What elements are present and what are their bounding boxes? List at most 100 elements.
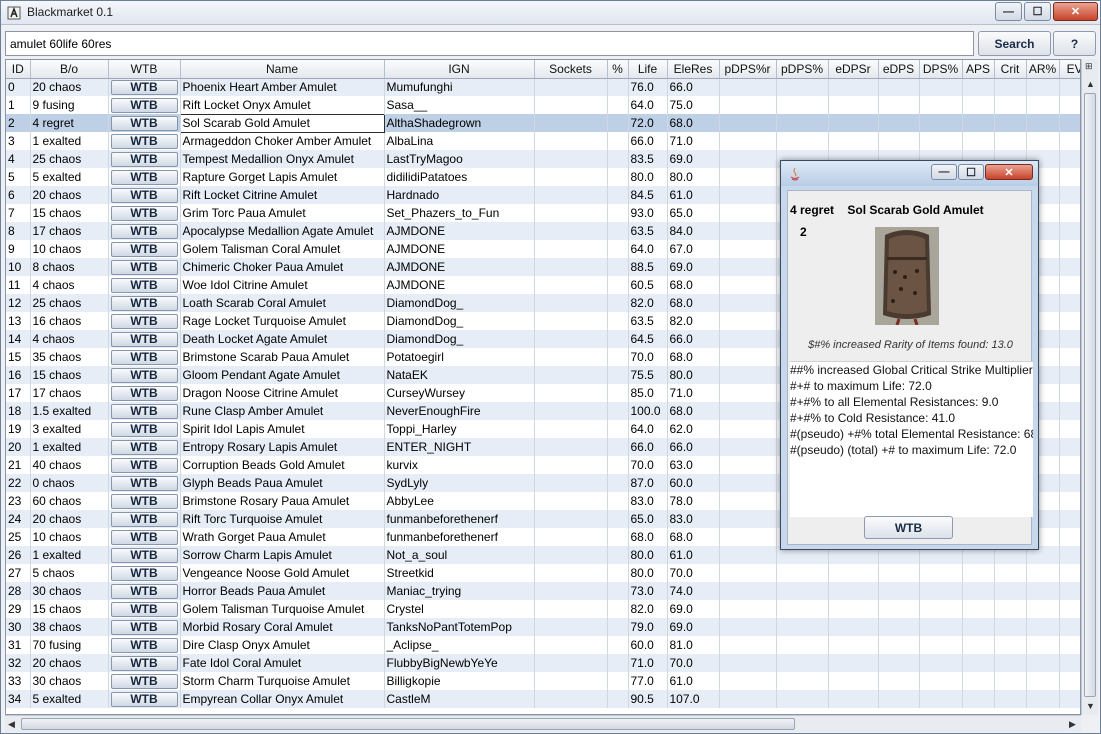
column-header[interactable]: Crit	[994, 60, 1027, 79]
wtb-button[interactable]: WTB	[110, 475, 178, 491]
help-button[interactable]: ?	[1053, 31, 1096, 56]
wtb-button[interactable]: WTB	[110, 115, 178, 131]
table-row[interactable]: 33 30 chaos WTB Storm Charm Turquoise Amule…	[6, 672, 1080, 690]
table-row[interactable]: 34 5 exalted WTB Empyrean Collar Onyx Amule…	[6, 690, 1080, 708]
wtb-button[interactable]: WTB	[110, 439, 178, 455]
scroll-left-icon[interactable]: ◀	[8, 719, 15, 730]
wtb-button[interactable]: WTB	[110, 583, 178, 599]
wtb-button[interactable]: WTB	[110, 79, 178, 95]
wtb-button[interactable]: WTB	[110, 637, 178, 653]
wtb-button[interactable]: WTB	[110, 601, 178, 617]
popup-close-button[interactable]: ✕	[985, 164, 1033, 180]
column-header[interactable]: B/o	[30, 60, 109, 79]
wtb-button[interactable]: WTB	[110, 313, 178, 329]
vertical-scrollbar[interactable]: ⊞ ▲ ▼	[1081, 59, 1098, 715]
wtb-button[interactable]: WTB	[110, 673, 178, 689]
search-input[interactable]	[5, 31, 974, 56]
wtb-button[interactable]: WTB	[110, 367, 178, 383]
wtb-button[interactable]: WTB	[110, 403, 178, 419]
table-row[interactable]: 30 38 chaos WTB Morbid Rosary Coral Amulet T…	[6, 618, 1080, 636]
column-header[interactable]: eDPSr	[828, 60, 879, 79]
column-header[interactable]: eDPS	[878, 60, 920, 79]
wtb-button[interactable]: WTB	[110, 151, 178, 167]
cell-empty	[919, 582, 963, 600]
column-header[interactable]: Life	[628, 60, 668, 79]
wtb-button[interactable]: WTB	[110, 331, 178, 347]
horizontal-scrollbar[interactable]: ◀ ▶	[5, 715, 1081, 732]
wtb-button[interactable]: WTB	[110, 655, 178, 671]
wtb-button[interactable]: WTB	[110, 547, 178, 563]
table-row[interactable]: 27 5 chaos WTB Vengeance Noose Gold Amulet S…	[6, 564, 1080, 582]
wtb-button[interactable]: WTB	[110, 259, 178, 275]
column-header[interactable]: EleRes	[667, 60, 720, 79]
wtb-button[interactable]: WTB	[110, 493, 178, 509]
table-row[interactable]: 32 20 chaos WTB Fate Idol Coral Amulet Flubb…	[6, 654, 1080, 672]
wtb-button[interactable]: WTB	[110, 565, 178, 581]
table-row[interactable]: 24 regret WTB Sol Scarab Gold Amulet AlthaS…	[6, 113, 1080, 133]
wtb-button[interactable]: WTB	[110, 385, 178, 401]
table-row[interactable]: 28 30 chaos WTB Horror Beads Paua Amulet Man…	[6, 582, 1080, 600]
scroll-up-icon[interactable]: ▲	[1086, 79, 1095, 89]
wtb-button[interactable]: WTB	[110, 205, 178, 221]
column-header[interactable]: pDPS%r	[719, 60, 777, 79]
cell-id: 17	[6, 384, 31, 402]
wtb-button[interactable]: WTB	[110, 619, 178, 635]
column-header[interactable]: Sockets	[534, 60, 608, 79]
cell-name: Rune Clasp Amber Amulet	[180, 402, 385, 420]
column-header[interactable]: AR%	[1026, 60, 1060, 79]
scroll-down-icon[interactable]: ▼	[1086, 701, 1095, 711]
wtb-button[interactable]: WTB	[110, 529, 178, 545]
column-header[interactable]: %	[607, 60, 629, 79]
maximize-button[interactable]: ☐	[1024, 2, 1051, 21]
cell-empty	[919, 672, 963, 690]
column-header[interactable]: WTB	[108, 60, 181, 79]
wtb-button[interactable]: WTB	[110, 457, 178, 473]
popup-wtb-button[interactable]: WTB	[864, 516, 953, 539]
table-row[interactable]: 19 fusing WTB Rift Locket Onyx Amulet Sasa_…	[6, 96, 1080, 114]
column-header[interactable]: DPS%	[919, 60, 963, 79]
minimize-icon: —	[938, 166, 950, 178]
table-row[interactable]: 31 exalted WTB Armageddon Choker Amber Amu…	[6, 132, 1080, 150]
wtb-button[interactable]: WTB	[110, 223, 178, 239]
cell-empty	[607, 582, 629, 600]
wtb-button[interactable]: WTB	[110, 691, 178, 707]
mods-textarea[interactable]: ##% increased Global Critical Strike Mul…	[790, 361, 1033, 517]
wtb-button[interactable]: WTB	[110, 169, 178, 185]
column-header[interactable]: pDPS%	[776, 60, 829, 79]
minimize-button[interactable]: —	[995, 2, 1022, 21]
popup-title-bar[interactable]: — ☐ ✕	[781, 161, 1038, 186]
table-row[interactable]: 29 15 chaos WTB Golem Talisman Turquoise Am…	[6, 600, 1080, 618]
vertical-scroll-thumb[interactable]	[1084, 93, 1096, 697]
cell-empty	[719, 402, 777, 420]
column-header[interactable]: EV%	[1059, 60, 1080, 79]
popup-heading: 4 regret Sol Scarab Gold Amulet	[790, 203, 984, 217]
wtb-button[interactable]: WTB	[110, 421, 178, 437]
wtb-button[interactable]: WTB	[110, 241, 178, 257]
horizontal-scroll-thumb[interactable]	[21, 718, 795, 730]
cell-life: 82.0	[628, 294, 668, 312]
wtb-button[interactable]: WTB	[110, 133, 178, 149]
wtb-button[interactable]: WTB	[110, 295, 178, 311]
scroll-right-icon[interactable]: ▶	[1069, 719, 1076, 730]
wtb-button[interactable]: WTB	[110, 349, 178, 365]
column-header[interactable]: ID	[6, 60, 31, 79]
cell-life: 80.0	[628, 564, 668, 582]
search-button[interactable]: Search	[978, 31, 1051, 56]
column-header[interactable]: APS	[962, 60, 995, 79]
table-row[interactable]: 31 70 fusing WTB Dire Clasp Onyx Amulet _Acl…	[6, 636, 1080, 654]
column-header[interactable]: IGN	[384, 60, 535, 79]
close-button[interactable]: ✕	[1053, 2, 1098, 21]
table-row[interactable]: 0 20 chaos WTB Phoenix Heart Amber Amulet Mu…	[6, 78, 1080, 96]
cell-empty	[719, 600, 777, 618]
popup-maximize-button[interactable]: ☐	[958, 164, 984, 180]
title-bar[interactable]: Blackmarket 0.1 — ☐ ✕	[1, 1, 1100, 25]
wtb-button[interactable]: WTB	[110, 97, 178, 113]
wtb-button[interactable]: WTB	[110, 277, 178, 293]
column-control-icon[interactable]: ⊞	[1085, 61, 1093, 72]
cell-ign: Billigkopie	[384, 672, 535, 690]
column-header[interactable]: Name	[180, 60, 385, 79]
cell-eleres: 68.0	[667, 276, 720, 294]
wtb-button[interactable]: WTB	[110, 187, 178, 203]
popup-minimize-button[interactable]: —	[931, 164, 957, 180]
wtb-button[interactable]: WTB	[110, 511, 178, 527]
